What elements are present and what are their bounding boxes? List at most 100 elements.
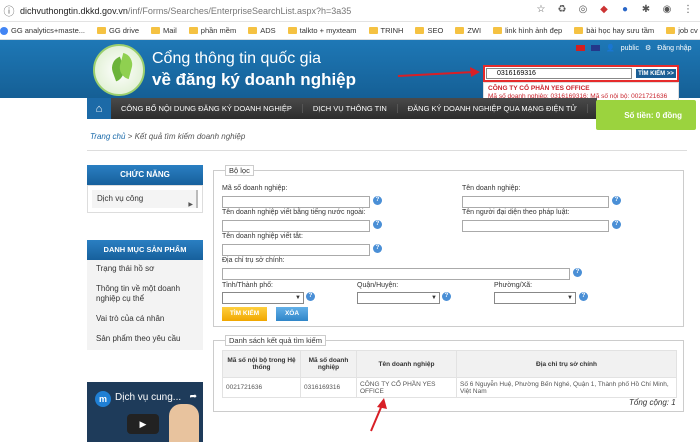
district-select[interactable]: ▼: [357, 292, 440, 304]
nav-item-online-register[interactable]: ĐĂNG KÝ DOANH NGHIỆP QUA MẠNG ĐIỆN TỬ: [398, 104, 588, 113]
login-link[interactable]: Đăng nhập: [657, 45, 691, 52]
bookmarks-bar: GG analytics+maste... GG drive Mail phần…: [0, 22, 700, 40]
folder-icon: [415, 27, 425, 34]
bookmark-label: phần mềm: [200, 26, 237, 35]
bookmark-item[interactable]: GG analytics+maste...: [0, 26, 85, 35]
help-icon[interactable]: ?: [442, 292, 451, 301]
sidebar-item-enterprise-info[interactable]: Thông tin về một doanh nghiệp cụ thể: [87, 284, 203, 304]
sidebar-item-public-service[interactable]: Dịch vụ công ▶: [92, 190, 198, 208]
sidebar-item-custom-product[interactable]: Sản phẩm theo yêu cầu: [87, 334, 203, 344]
play-icon[interactable]: ▶: [127, 414, 159, 434]
english-flag-icon[interactable]: [591, 45, 600, 51]
sidebar-item-person-role[interactable]: Vai trò của cá nhân: [87, 314, 203, 324]
search-input[interactable]: [486, 68, 632, 79]
url-host: dichvuthongtin.dkkd.gov.vn: [20, 5, 128, 16]
suggestion-name: CÔNG TY CỔ PHẦN YES OFFICE: [488, 85, 590, 92]
header-links: 👤 public ⚙ Đăng nhập: [576, 44, 692, 52]
help-icon[interactable]: ?: [612, 220, 621, 229]
camera-icon[interactable]: ◎: [577, 4, 589, 15]
search-button[interactable]: TÌM KIẾM >>: [635, 68, 677, 79]
product-list: Trạng thái hồ sơ Thông tin về một doanh …: [87, 260, 203, 350]
cell-enterprise-name[interactable]: CÔNG TY CỔ PHẦN YES OFFICE: [356, 377, 457, 398]
bookmark-item[interactable]: SEO: [415, 26, 443, 35]
home-icon[interactable]: ⌂: [87, 98, 111, 119]
sidebar-item-dossier-status[interactable]: Trạng thái hồ sơ: [87, 264, 203, 274]
enterprise-name-input[interactable]: [462, 196, 609, 208]
product-heading: DANH MỤC SẢN PHẨM: [87, 240, 203, 260]
site-title-line1: Cổng thông tin quốc gia: [152, 50, 322, 67]
site-logo[interactable]: [93, 44, 145, 96]
filter-legend: Bộ lọc: [225, 165, 254, 176]
info-icon[interactable]: ⓘ: [0, 3, 18, 19]
help-icon[interactable]: ?: [573, 268, 582, 277]
bookmark-item[interactable]: GG drive: [97, 26, 139, 35]
share-icon[interactable]: ➦: [189, 391, 197, 402]
extension-icon[interactable]: ♻: [556, 4, 568, 15]
city-select[interactable]: ▼: [222, 292, 304, 304]
help-icon[interactable]: ?: [373, 196, 382, 205]
bookmark-item[interactable]: phần mềm: [188, 26, 237, 35]
bookmark-label: TRINH: [380, 26, 404, 35]
nav-item-info-service[interactable]: DỊCH VỤ THÔNG TIN: [303, 104, 398, 113]
label-representative: Tên người đại diện theo pháp luật:: [462, 209, 570, 216]
puzzle-icon[interactable]: ✱: [640, 4, 652, 15]
folder-icon: [188, 27, 198, 34]
help-icon[interactable]: ?: [306, 292, 315, 301]
bookmark-label: ADS: [260, 26, 276, 35]
folder-icon: [248, 27, 258, 34]
enterprise-code-input[interactable]: [222, 196, 370, 208]
bookmark-label: link hình ảnh đẹp: [505, 26, 563, 35]
bookmark-item[interactable]: bài học hay sưu tầm: [574, 26, 654, 35]
foreign-name-input[interactable]: [222, 220, 370, 232]
address-input[interactable]: [222, 268, 570, 280]
browser-address-bar: ⓘ dichvuthongtin.dkkd.gov.vn/inf/Forms/S…: [0, 0, 700, 22]
help-icon[interactable]: ?: [373, 220, 382, 229]
bookmark-item[interactable]: talkto + myxteam: [287, 26, 357, 35]
bookmark-item[interactable]: TRINH: [368, 26, 404, 35]
bookmark-label: SEO: [427, 26, 444, 35]
bookmark-item[interactable]: link hình ảnh đẹp: [493, 26, 562, 35]
filter-clear-button[interactable]: XÓA: [276, 307, 308, 321]
sidebar-item-label: Dịch vụ công: [97, 194, 144, 203]
ward-select[interactable]: ▼: [494, 292, 576, 304]
public-link[interactable]: public: [621, 45, 639, 52]
help-icon[interactable]: ?: [373, 244, 382, 253]
breadcrumb-home[interactable]: Trang chủ: [90, 132, 125, 141]
menu-icon[interactable]: ⋮: [682, 4, 694, 15]
balance-badge: Số tiền: 0 đồng: [596, 100, 696, 130]
bookmark-item[interactable]: ZWI: [455, 26, 481, 35]
user-icon: 👤: [606, 45, 615, 52]
nav-item-publish[interactable]: CÔNG BỐ NỘI DUNG ĐĂNG KÝ DOANH NGHIỆP: [111, 104, 303, 113]
representative-input[interactable]: [462, 220, 609, 232]
caret-right-icon: ▶: [188, 202, 193, 208]
chevron-down-icon: ▼: [567, 295, 573, 301]
bookmark-label: GG drive: [109, 26, 140, 35]
star-icon[interactable]: ☆: [535, 4, 547, 15]
folder-icon: [368, 27, 378, 34]
table-row[interactable]: 0021721636 0316169316 CÔNG TY CỔ PHẦN YE…: [222, 377, 677, 398]
vietnam-flag-icon[interactable]: [576, 45, 585, 51]
divider: [87, 150, 687, 151]
shield-icon[interactable]: ◆: [598, 4, 610, 15]
video-person-image: [169, 404, 199, 442]
results-legend: Danh sách kết quả tìm kiếm: [225, 335, 326, 346]
folder-icon: [666, 27, 676, 34]
filter-search-button[interactable]: TÌM KIẾM: [222, 307, 267, 321]
login-icon: ⚙: [645, 45, 652, 52]
profile-icon[interactable]: ◉: [661, 4, 673, 15]
help-icon[interactable]: ?: [579, 292, 588, 301]
chevron-down-icon: ▼: [431, 295, 437, 301]
label-city: Tỉnh/Thành phố:: [222, 282, 273, 289]
results-table: Mã số nội bộ trong Hệ thống Mã số doanh …: [222, 350, 677, 398]
grammar-icon[interactable]: ●: [619, 4, 631, 15]
bookmark-label: job cv: [678, 26, 698, 35]
video-channel-logo: m: [95, 391, 111, 407]
video-thumbnail[interactable]: m Dịch vụ cung... ▶ ➦: [87, 382, 203, 442]
bookmark-item[interactable]: job cv: [666, 26, 698, 35]
url-field[interactable]: dichvuthongtin.dkkd.gov.vn/inf/Forms/Sea…: [20, 6, 351, 16]
bookmark-item[interactable]: ADS: [248, 26, 276, 35]
bookmark-item[interactable]: Mail: [151, 26, 177, 35]
help-icon[interactable]: ?: [612, 196, 621, 205]
short-name-input[interactable]: [222, 244, 370, 256]
label-enterprise-code: Mã số doanh nghiệp:: [222, 185, 288, 192]
